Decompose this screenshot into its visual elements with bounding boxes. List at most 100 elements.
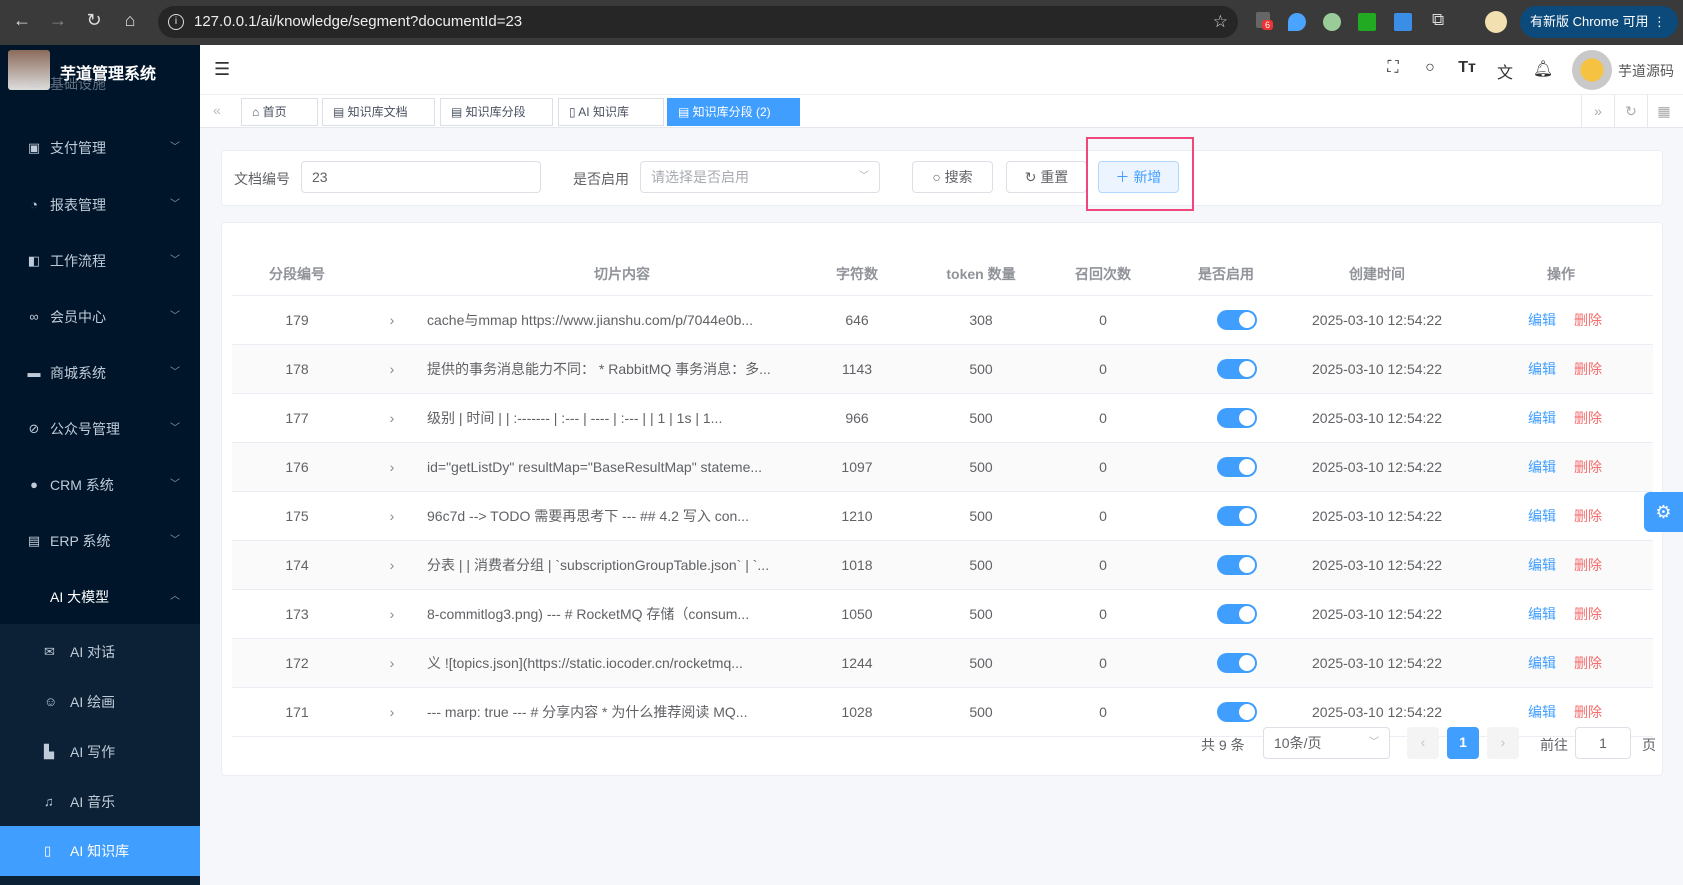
hamburger-icon[interactable]: ☰ <box>214 59 230 80</box>
notebook-icon: ▯ <box>569 105 579 119</box>
delete-link[interactable]: 删除 <box>1573 492 1603 541</box>
page-1-button[interactable]: 1 <box>1447 727 1479 759</box>
enabled-switch[interactable] <box>1217 604 1257 624</box>
delete-link[interactable]: 删除 <box>1573 394 1603 443</box>
edit-link[interactable]: 编辑 <box>1527 345 1557 394</box>
sidebar-item-erp[interactable]: ▤ ERP 系统 ﹀ <box>0 515 200 567</box>
home-icon[interactable]: ⌂ <box>118 10 142 31</box>
extension-icon[interactable] <box>1358 13 1376 31</box>
refresh-icon[interactable]: ↻ <box>1614 95 1647 128</box>
enabled-switch[interactable] <box>1217 555 1257 575</box>
goto-page-input[interactable]: 1 <box>1575 727 1631 759</box>
extension-badge: 6 <box>1262 20 1274 30</box>
menu-label: AI 音乐 <box>70 794 116 810</box>
bell-icon[interactable]: 🔔︎ <box>1532 59 1554 79</box>
expand-chevron-icon[interactable]: › <box>382 345 402 394</box>
sidebar-item-mall[interactable]: ▬ 商城系统 ﹀ <box>0 347 200 399</box>
delete-link[interactable]: 删除 <box>1573 590 1603 639</box>
address-bar[interactable]: i 127.0.0.1/ai/knowledge/segment?documen… <box>158 6 1238 38</box>
delete-link[interactable]: 删除 <box>1573 541 1603 590</box>
enabled-switch[interactable] <box>1217 408 1257 428</box>
profile-avatar[interactable] <box>1485 11 1507 33</box>
cell-id: 175 <box>285 508 309 524</box>
expand-chevron-icon[interactable]: › <box>382 394 402 443</box>
edit-link[interactable]: 编辑 <box>1527 296 1557 345</box>
extension-icon[interactable] <box>1288 13 1306 31</box>
search-button[interactable]: ○ 搜索 <box>912 161 993 193</box>
enabled-switch[interactable] <box>1217 702 1257 722</box>
edit-link[interactable]: 编辑 <box>1527 492 1557 541</box>
sidebar-item-ai[interactable]: AI 大模型 ︿ <box>0 571 200 623</box>
edit-link[interactable]: 编辑 <box>1527 541 1557 590</box>
forward-icon[interactable]: → <box>46 10 70 31</box>
tab-knowledge-doc[interactable]: ▤ 知识库文档 <box>322 98 435 126</box>
site-info-icon[interactable]: i <box>168 14 184 30</box>
enabled-switch[interactable] <box>1217 457 1257 477</box>
expand-chevron-icon[interactable]: › <box>382 492 402 541</box>
username[interactable]: 芋道源码 <box>1618 61 1674 81</box>
edit-link[interactable]: 编辑 <box>1527 639 1557 688</box>
cell-tokens: 500 <box>969 410 993 426</box>
enabled-switch[interactable] <box>1217 653 1257 673</box>
sidebar-item-mp[interactable]: ⊘ 公众号管理 ﹀ <box>0 403 200 455</box>
sidebar-item-ai-write[interactable]: ▙ AI 写作 <box>0 727 200 777</box>
avatar[interactable] <box>1572 50 1612 90</box>
fullscreen-icon[interactable]: ⛶ <box>1382 59 1404 77</box>
tab-knowledge-segment[interactable]: ▤ 知识库分段 <box>440 98 553 126</box>
delete-link[interactable]: 删除 <box>1573 296 1603 345</box>
sidebar-item-ai-knowledge[interactable]: ▯ AI 知识库 <box>0 826 200 876</box>
tab-ai-knowledge[interactable]: ▯ AI 知识库 <box>558 98 664 126</box>
tab-knowledge-segment-2[interactable]: ▤ 知识库分段 (2) <box>667 98 800 126</box>
page-size-select[interactable]: 10条/页 ﹀ <box>1263 727 1390 759</box>
bookmark-star-icon[interactable]: ☆ <box>1213 6 1228 38</box>
edit-link[interactable]: 编辑 <box>1527 443 1557 492</box>
cell-id: 177 <box>285 410 309 426</box>
font-size-icon[interactable]: Tт <box>1456 59 1478 77</box>
sidebar-item-crm[interactable]: ● CRM 系统 ﹀ <box>0 459 200 511</box>
scroll-right-icon[interactable]: » <box>1581 95 1614 128</box>
delete-link[interactable]: 删除 <box>1573 443 1603 492</box>
chevron-down-icon: ﹀ <box>170 423 180 434</box>
enabled-switch[interactable] <box>1217 359 1257 379</box>
settings-gear-button[interactable]: ⚙ <box>1644 492 1683 532</box>
extension-icon[interactable] <box>1394 13 1412 31</box>
enabled-label: 是否启用 <box>573 171 629 187</box>
doc-id-input[interactable]: 23 <box>301 161 541 193</box>
next-page-button[interactable]: › <box>1487 727 1519 759</box>
sidebar-item-workflow[interactable]: ◧ 工作流程 ﹀ <box>0 235 200 287</box>
chrome-update-button[interactable]: 有新版 Chrome 可用 ⋮ <box>1520 6 1678 38</box>
sidebar-item-report[interactable]: ◔ 报表管理 ﹀ <box>0 179 200 231</box>
search-icon[interactable]: ○ <box>1419 59 1441 77</box>
extension-icon[interactable] <box>1323 13 1341 31</box>
expand-chevron-icon[interactable]: › <box>382 296 402 345</box>
tab-home[interactable]: ⌂ 首页 <box>241 98 318 126</box>
scroll-left-icon[interactable]: « <box>213 102 221 118</box>
edit-link[interactable]: 编辑 <box>1527 394 1557 443</box>
expand-chevron-icon[interactable]: › <box>382 443 402 492</box>
expand-chevron-icon[interactable]: › <box>382 590 402 639</box>
prev-page-button[interactable]: ‹ <box>1407 727 1439 759</box>
sidebar-item-ai-chat[interactable]: ✉ AI 对话 <box>0 627 200 677</box>
sidebar-item-ai-image[interactable]: ☺ AI 绘画 <box>0 677 200 727</box>
translate-icon[interactable]: 文 <box>1494 59 1516 83</box>
grid-menu-icon[interactable]: ▦ <box>1647 95 1680 128</box>
edit-link[interactable]: 编辑 <box>1527 590 1557 639</box>
sidebar-item-ai-music[interactable]: ♫ AI 音乐 <box>0 777 200 827</box>
cell-id: 179 <box>285 312 309 328</box>
delete-link[interactable]: 删除 <box>1573 639 1603 688</box>
puzzle-icon[interactable]: ⧉ <box>1432 10 1444 30</box>
sidebar-item-member[interactable]: ∞ 会员中心 ﹀ <box>0 291 200 343</box>
reset-button[interactable]: ↻ 重置 <box>1006 161 1087 193</box>
table-row: › 177 级别 | 时间 | | :------- | :--- | ---- |… <box>232 394 1653 443</box>
reload-icon[interactable]: ↻ <box>82 10 106 31</box>
enabled-switch[interactable] <box>1217 506 1257 526</box>
expand-chevron-icon[interactable]: › <box>382 639 402 688</box>
enabled-switch[interactable] <box>1217 310 1257 330</box>
sidebar-item-pay[interactable]: ▣ 支付管理 ﹀ <box>0 122 200 174</box>
enabled-select[interactable]: 请选择是否启用 ﹀ <box>640 161 880 193</box>
expand-chevron-icon[interactable]: › <box>382 541 402 590</box>
sidebar-item-infra[interactable]: ▭ 基础设施 <box>0 73 200 95</box>
back-icon[interactable]: ← <box>10 10 34 31</box>
delete-link[interactable]: 删除 <box>1573 345 1603 394</box>
more-icon[interactable]: ⋮ <box>1653 6 1666 38</box>
